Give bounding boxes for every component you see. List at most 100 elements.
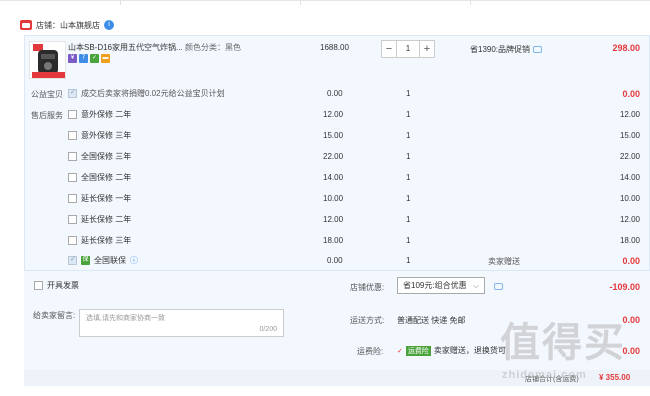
service-qty: 1 xyxy=(406,173,411,182)
service-badges: ¥ 7 ✓ ▬ xyxy=(68,54,110,63)
invoice-option[interactable]: 开具发票 xyxy=(34,280,79,291)
increase-button[interactable]: + xyxy=(419,40,435,58)
insurance-text: 卖家赠送，退换货可 xyxy=(433,346,506,355)
badge-icon: ✓ xyxy=(90,54,99,63)
badge-icon: 7 xyxy=(79,54,88,63)
shop-discount-value: 省109元:组合优惠 xyxy=(403,281,467,290)
service-checkbox[interactable] xyxy=(68,215,77,224)
service-total: 12.00 xyxy=(619,215,640,224)
service-option[interactable]: 意外保修 三年 xyxy=(68,130,131,141)
service-checkbox[interactable] xyxy=(68,110,77,119)
service-price: 14.00 xyxy=(323,173,344,182)
comment-icon[interactable] xyxy=(533,46,543,53)
service-name: 延长保修 一年 xyxy=(81,194,132,203)
service-qty: 1 xyxy=(406,215,411,224)
column-tick xyxy=(470,1,471,5)
after-sales-label: 售后服务 xyxy=(31,111,63,120)
service-qty: 1 xyxy=(406,236,411,245)
watermark-logo: 值得买 xyxy=(500,321,626,365)
invoice-label: 开具发票 xyxy=(47,281,79,290)
column-tick xyxy=(120,1,121,5)
service-price: 18.00 xyxy=(323,236,344,245)
remark-textarea[interactable]: 选填,请先和商家协商一致 0/200 xyxy=(79,309,284,337)
service-total: 12.00 xyxy=(619,110,640,119)
service-checkbox[interactable] xyxy=(68,131,77,140)
promotion-text: 省1390:品牌促销 xyxy=(470,45,531,54)
service-price: 12.00 xyxy=(323,215,344,224)
quantity-input[interactable]: 1 xyxy=(397,40,419,58)
badge-icon: ▬ xyxy=(101,54,110,63)
shop-discount-select[interactable]: 省109元:组合优惠 ⌵ xyxy=(397,277,485,294)
public-good-text: 成交后卖家将捐赠0.02元给公益宝贝计划 xyxy=(81,89,225,98)
public-good-total: 0.00 xyxy=(622,89,640,99)
remark-label: 给卖家留言: xyxy=(33,311,76,320)
service-option[interactable]: 意外保修 二年 xyxy=(68,109,131,120)
public-good-label: 公益宝贝 xyxy=(31,90,63,99)
top-divider xyxy=(0,0,650,8)
item-total: 298.00 xyxy=(612,43,640,53)
service-qty: 1 xyxy=(406,110,411,119)
joint-warranty-option: 保 全国联保 ⓘ xyxy=(68,255,138,266)
service-checkbox[interactable] xyxy=(68,236,77,245)
insurance-option: ✓ 运费险 卖家赠送，退换货可 xyxy=(397,345,506,356)
insurance-label: 运费险: xyxy=(357,347,384,356)
service-option[interactable]: 延长保修 三年 xyxy=(68,235,131,246)
column-tick xyxy=(300,1,301,5)
service-price: 22.00 xyxy=(323,152,344,161)
product-color: 颜色分类：黑色 xyxy=(185,43,241,52)
shop-total-amount: ¥ 355.00 xyxy=(599,373,631,382)
service-name: 意外保修 三年 xyxy=(81,131,132,140)
joint-warranty-qty: 1 xyxy=(406,256,411,265)
service-checkbox[interactable] xyxy=(68,173,77,182)
service-total: 22.00 xyxy=(619,152,640,161)
chevron-down-icon: ⌵ xyxy=(472,280,479,290)
badge-icon: ¥ xyxy=(68,54,77,63)
joint-warranty-checkbox xyxy=(68,255,77,265)
insurance-tag: 运费险 xyxy=(405,345,431,356)
service-qty: 1 xyxy=(406,152,411,161)
joint-warranty-price: 0.00 xyxy=(327,256,343,265)
service-option[interactable]: 延长保修 二年 xyxy=(68,214,131,225)
shop-discount-amount: -109.00 xyxy=(609,282,640,292)
shop-name-link[interactable]: 店铺：山本旗舰店 xyxy=(36,20,100,31)
service-name: 全国保修 二年 xyxy=(81,173,132,182)
service-name: 延长保修 三年 xyxy=(81,236,132,245)
delivery-value: 普通配送 快递 免邮 xyxy=(397,316,466,325)
joint-warranty-gift: 卖家赠送 xyxy=(488,257,520,266)
service-total: 18.00 xyxy=(619,236,640,245)
public-good-option: 成交后卖家将捐赠0.02元给公益宝贝计划 xyxy=(68,88,225,99)
service-option[interactable]: 延长保修 一年 xyxy=(68,193,131,204)
chat-badge-icon[interactable]: i xyxy=(104,20,114,30)
public-good-checkbox xyxy=(68,88,77,98)
decrease-button[interactable]: − xyxy=(381,40,397,58)
check-icon: ✓ xyxy=(397,347,403,355)
watermark-url: zhidemai.com xyxy=(502,369,587,381)
shop-icon xyxy=(20,20,32,30)
remark-placeholder: 选填,请先和商家协商一致 xyxy=(86,315,165,322)
warranty-badge-icon: 保 xyxy=(81,256,90,265)
comment-icon[interactable] xyxy=(494,283,503,290)
service-total: 15.00 xyxy=(619,131,640,140)
service-option[interactable]: 全国保修 三年 xyxy=(68,151,131,162)
service-name: 意外保修 二年 xyxy=(81,110,132,119)
delivery-label: 运送方式: xyxy=(350,316,385,325)
shop-discount-label: 店铺优惠: xyxy=(350,283,385,292)
service-option[interactable]: 全国保修 二年 xyxy=(68,172,131,183)
shop-header: 店铺：山本旗舰店 i xyxy=(20,16,114,34)
service-price: 15.00 xyxy=(323,131,344,140)
product-title-link[interactable]: 山本SB-D16家用五代空气炸锅... xyxy=(68,42,183,53)
public-good-price: 0.00 xyxy=(327,89,343,98)
service-checkbox[interactable] xyxy=(68,152,77,161)
service-price: 10.00 xyxy=(323,194,344,203)
help-icon[interactable]: ⓘ xyxy=(130,255,138,266)
promotion: 省1390:品牌促销 xyxy=(470,44,543,55)
joint-warranty-name: 全国联保 xyxy=(94,256,126,265)
quantity-stepper: − 1 + xyxy=(381,40,435,58)
service-total: 14.00 xyxy=(619,173,640,182)
service-checkbox[interactable] xyxy=(68,194,77,203)
service-total: 10.00 xyxy=(619,194,640,203)
service-name: 全国保修 三年 xyxy=(81,152,132,161)
product-thumbnail[interactable] xyxy=(29,41,66,79)
public-good-qty: 1 xyxy=(406,89,411,98)
invoice-checkbox[interactable] xyxy=(34,281,43,290)
